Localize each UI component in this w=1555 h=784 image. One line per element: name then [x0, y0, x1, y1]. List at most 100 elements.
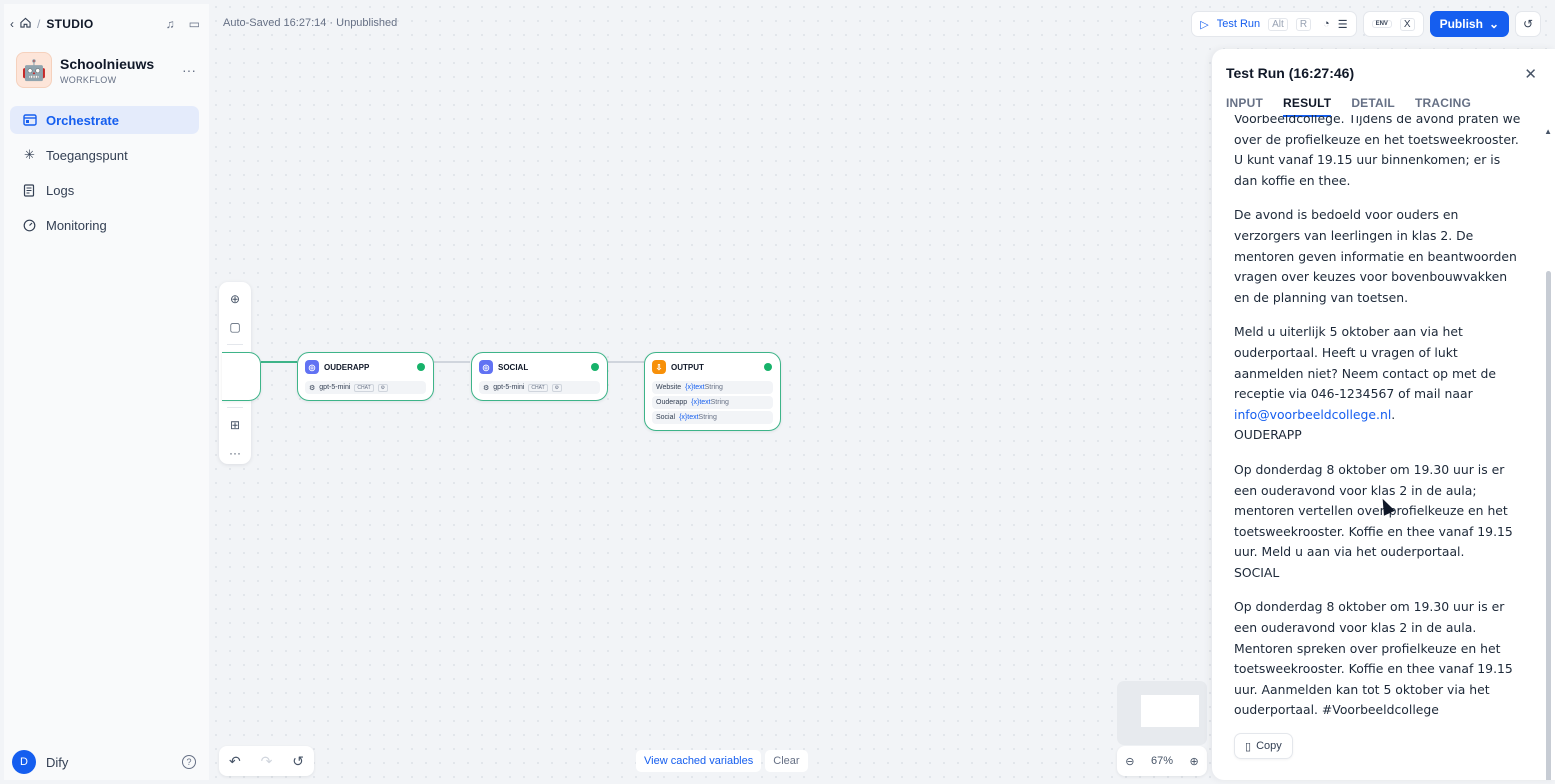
model-settings-tag: ⚙ — [551, 383, 563, 392]
output-var-ref: {x}text — [691, 399, 711, 406]
tab-result[interactable]: RESULT — [1283, 96, 1332, 117]
result-paragraph: Voorbeeldcollege. Tijdens de avond prate… — [1234, 115, 1521, 188]
output-var-row: Ouderapp {x}text String — [652, 396, 773, 409]
tab-tracing[interactable]: TRACING — [1415, 96, 1471, 117]
checklist-icon[interactable]: ☰ — [1338, 18, 1348, 31]
test-run-button[interactable]: ▷ Test Run Alt R ◔ ☰ — [1191, 11, 1357, 37]
result-text: Op donderdag 8 oktober om 19.30 uur is e… — [1234, 461, 1513, 560]
result-paragraph: Meld u uiterlijk 5 oktober aan via het o… — [1234, 322, 1524, 425]
output-var-name: Social — [656, 414, 676, 421]
view-cached-variables-button[interactable]: View cached variables — [636, 750, 762, 772]
node-title: SOCIAL — [498, 362, 529, 372]
test-run-panel: Test Run (16:27:46) ✕ INPUT RESULT DETAI… — [1212, 49, 1555, 780]
minimap-viewport[interactable] — [1141, 695, 1199, 727]
section-heading-social: SOCIAL — [1234, 564, 1280, 580]
home-icon[interactable] — [20, 17, 31, 31]
more-tools-icon[interactable]: ··· — [223, 442, 247, 464]
section-heading-ouderapp: OUDERAPP — [1234, 427, 1302, 443]
headset-icon[interactable]: ♫ — [166, 17, 175, 31]
history-icon[interactable]: ↺ — [292, 753, 304, 770]
output-var-type: String — [710, 399, 729, 406]
add-node-icon[interactable]: ⊕ — [223, 288, 247, 310]
history-clock-icon[interactable]: ◔ — [1323, 18, 1330, 30]
model-name: gpt-5-mini — [493, 384, 525, 391]
close-icon[interactable]: ✕ — [1524, 65, 1537, 83]
output-var-name: Ouderapp — [656, 399, 688, 406]
llm-icon: ◎ — [479, 360, 493, 374]
tab-detail[interactable]: DETAIL — [1351, 96, 1395, 117]
cached-variables-bar: View cached variables Clear — [636, 750, 808, 772]
result-paragraph: De avond is bedoeld voor ouders en verzo… — [1234, 207, 1517, 305]
app-type: WORKFLOW — [60, 74, 117, 85]
zoom-in-icon[interactable]: ⊕ — [1190, 755, 1199, 768]
edge-website-ouderapp — [261, 361, 297, 363]
email-link[interactable]: info@voorbeeldcollege.nl — [1234, 407, 1391, 422]
node-ouderapp[interactable]: ◎ OUDERAPP ⚙ gpt-5-mini CHAT ⚙ — [297, 352, 434, 401]
chevron-left-icon[interactable]: ‹ — [10, 17, 14, 31]
version-history-icon[interactable]: ↺ — [1515, 11, 1541, 37]
zoom-out-icon[interactable]: ⊖ — [1125, 755, 1134, 768]
sidebar-item-label: Toegangspunt — [46, 147, 128, 163]
edge-ouderapp-social — [434, 361, 470, 363]
sidebar-item-label: Monitoring — [46, 217, 107, 233]
model-settings-tag: ⚙ — [377, 383, 389, 392]
node-website-partial[interactable] — [222, 352, 261, 401]
undo-icon[interactable]: ↶ — [229, 753, 241, 770]
app-robot-icon: 🤖 — [16, 52, 52, 88]
node-title: OUDERAPP — [324, 362, 370, 372]
divider — [227, 407, 243, 408]
model-name: gpt-5-mini — [319, 384, 351, 391]
model-icon: ⚙ — [483, 384, 490, 392]
env-var-group: ENV X — [1362, 11, 1424, 37]
success-status-icon — [591, 363, 599, 371]
output-var-type: String — [698, 414, 717, 421]
sidebar-item-logs[interactable]: Logs — [10, 176, 199, 204]
model-mode-tag: CHAT — [354, 383, 374, 392]
more-icon[interactable]: ··· — [182, 62, 196, 78]
edge-social-output — [608, 361, 644, 363]
llm-icon: ◎ — [305, 360, 319, 374]
output-var-type: String — [704, 384, 723, 391]
tab-input[interactable]: INPUT — [1226, 96, 1263, 117]
add-note-icon[interactable]: ▢ — [223, 316, 247, 338]
logs-icon — [22, 183, 37, 198]
result-text: . — [1391, 406, 1396, 422]
organize-blocks-icon[interactable]: ⊞ — [223, 414, 247, 436]
copy-label: Copy — [1256, 740, 1282, 752]
shortcut-alt: Alt — [1268, 17, 1288, 31]
play-icon: ▷ — [1200, 18, 1209, 31]
shortcut-key: R — [1295, 17, 1312, 31]
node-model: ⚙ gpt-5-mini CHAT ⚙ — [305, 381, 426, 394]
scroll-up-arrow[interactable]: ▲ — [1544, 127, 1552, 136]
user-menu[interactable]: D Dify ? — [12, 750, 196, 774]
test-run-label: Test Run — [1216, 18, 1261, 30]
sidebar-item-orchestrate[interactable]: Orchestrate — [10, 106, 199, 134]
copy-button[interactable]: ▯ Copy — [1234, 733, 1293, 759]
result-text: Meld u uiterlijk 5 oktober aan via het o… — [1234, 324, 1496, 402]
variables-button[interactable]: X — [1399, 17, 1415, 31]
app-card[interactable]: 🤖 Schoolnieuws WORKFLOW ··· — [16, 52, 196, 88]
output-var-ref: {x}text — [685, 384, 705, 391]
sidebar-item-toegangspunt[interactable]: ✳ Toegangspunt — [10, 141, 199, 169]
node-header: ◎ SOCIAL — [479, 360, 599, 374]
zoom-level[interactable]: 67% — [1151, 755, 1173, 767]
sidebar-toggle-icon[interactable]: ▭ — [189, 17, 200, 31]
scrollbar[interactable] — [1546, 271, 1551, 780]
clear-button[interactable]: Clear — [765, 750, 808, 772]
result-paragraph: Op donderdag 8 oktober om 19.30 uur is e… — [1234, 599, 1513, 725]
publish-button[interactable]: Publish ⌄ — [1429, 11, 1509, 37]
app-name: Schoolnieuws — [60, 55, 155, 72]
help-icon[interactable]: ? — [182, 755, 196, 769]
top-toolbar: ▷ Test Run Alt R ◔ ☰ ENV X Publish ⌄ ↺ — [1191, 11, 1541, 37]
studio-link[interactable]: STUDIO — [46, 17, 93, 31]
minimap[interactable] — [1117, 681, 1207, 745]
clipboard-icon: ▯ — [1245, 740, 1252, 753]
node-social[interactable]: ◎ SOCIAL ⚙ gpt-5-mini CHAT ⚙ — [471, 352, 608, 401]
node-output[interactable]: ⇩ OUTPUT Website {x}text String Ouderapp… — [644, 352, 781, 431]
sidebar-item-monitoring[interactable]: Monitoring — [10, 211, 199, 239]
redo-icon[interactable]: ↷ — [261, 753, 273, 770]
node-header: ⇩ OUTPUT — [652, 360, 772, 374]
env-button[interactable]: ENV — [1371, 20, 1392, 28]
chevron-down-icon: ⌄ — [1488, 17, 1499, 31]
model-icon: ⚙ — [309, 384, 316, 392]
